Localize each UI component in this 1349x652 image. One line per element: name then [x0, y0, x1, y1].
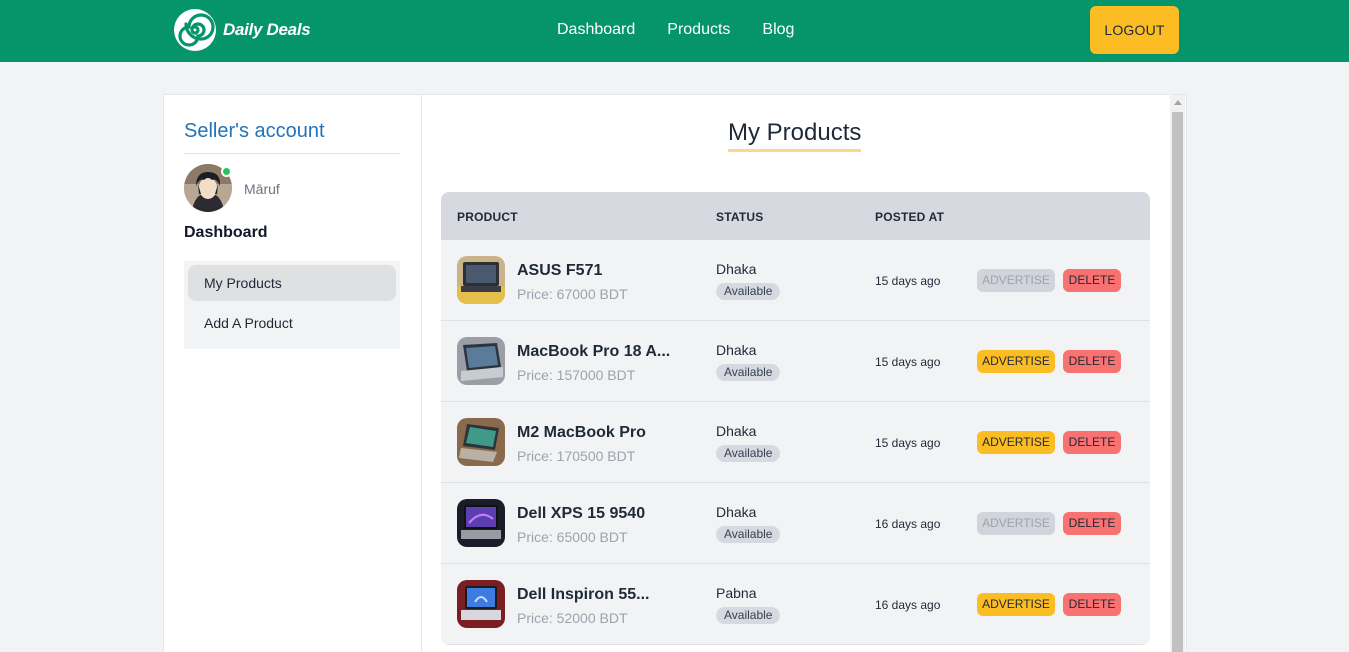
product-location: Dhaka [716, 342, 757, 358]
product-location: Pabna [716, 585, 757, 601]
posted-at: 16 days ago [875, 598, 941, 612]
delete-button[interactable]: DELETE [1063, 593, 1121, 616]
brand-name: Daily Deals [223, 20, 311, 39]
status-badge: Available [716, 526, 781, 543]
page-title: My Products [728, 119, 862, 152]
column-header-product: PRODUCT [457, 210, 518, 224]
product-name: M2 MacBook Pro [517, 424, 646, 441]
advertise-button: ADVERTISE [977, 269, 1055, 292]
dashboard-heading: Dashboard [184, 224, 268, 241]
column-header-status: STATUS [716, 210, 764, 224]
status-badge: Available [716, 445, 781, 462]
advertise-button[interactable]: ADVERTISE [977, 431, 1055, 454]
product-location: Dhaka [716, 423, 757, 439]
laptop-photo-icon [457, 256, 505, 304]
posted-at: 15 days ago [875, 274, 941, 288]
table-row: ASUS F571 Price: 67000 BDT Dhaka Availab… [441, 240, 1150, 321]
product-price: Price: 170500 BDT [517, 448, 636, 464]
table-header: PRODUCT STATUS POSTED AT [441, 192, 1150, 240]
table-row: MacBook Pro 18 A... Price: 157000 BDT Dh… [441, 321, 1150, 402]
laptop-photo-icon [457, 580, 505, 628]
username: Māruf [244, 181, 280, 197]
product-location: Dhaka [716, 504, 757, 520]
table-row: Dell XPS 15 9540 Price: 65000 BDT Dhaka … [441, 483, 1150, 564]
laptop-photo-icon [457, 337, 505, 385]
advertise-button[interactable]: ADVERTISE [977, 593, 1055, 616]
product-thumbnail [457, 499, 505, 547]
product-name: MacBook Pro 18 A... [517, 343, 671, 360]
scrollbar-thumb[interactable] [1172, 112, 1183, 652]
laptop-photo-icon [457, 499, 505, 547]
table-row: Dell Inspiron 55... Price: 52000 BDT Pab… [441, 564, 1150, 645]
laptop-photo-icon [457, 418, 505, 466]
delete-button[interactable]: DELETE [1063, 512, 1121, 535]
posted-at: 16 days ago [875, 517, 941, 531]
delete-button[interactable]: DELETE [1063, 431, 1121, 454]
product-name: Dell Inspiron 55... [517, 586, 650, 603]
advertise-button[interactable]: ADVERTISE [977, 350, 1055, 373]
scroll-up-arrow-icon[interactable] [1174, 100, 1182, 105]
nav-links: Dashboard Products Blog [557, 21, 826, 39]
online-status-dot [221, 166, 232, 177]
vertical-scrollbar[interactable] [1170, 95, 1185, 652]
product-name: Dell XPS 15 9540 [517, 505, 646, 522]
status-badge: Available [716, 364, 781, 381]
product-thumbnail [457, 580, 505, 628]
top-navbar: Daily Deals Dashboard Products Blog LOGO… [0, 0, 1349, 62]
spiral-logo-icon [174, 9, 216, 51]
sidebar-item-add-product[interactable]: Add A Product [188, 305, 396, 341]
logout-button[interactable]: LOGOUT [1090, 6, 1179, 54]
product-location: Dhaka [716, 261, 757, 277]
table-row: M2 MacBook Pro Price: 170500 BDT Dhaka A… [441, 402, 1150, 483]
product-price: Price: 157000 BDT [517, 367, 636, 383]
column-header-posted-at: POSTED AT [875, 210, 945, 224]
product-price: Price: 65000 BDT [517, 529, 628, 545]
dashboard-panel: Seller's account Māruf Dashboard My Prod… [163, 94, 1187, 652]
sidebar-item-my-products[interactable]: My Products [188, 265, 396, 301]
product-thumbnail [457, 418, 505, 466]
product-name: ASUS F571 [517, 262, 603, 279]
posted-at: 15 days ago [875, 355, 941, 369]
product-thumbnail [457, 337, 505, 385]
advertise-button: ADVERTISE [977, 512, 1055, 535]
nav-link-dashboard[interactable]: Dashboard [557, 21, 635, 39]
nav-link-products[interactable]: Products [667, 21, 730, 39]
sidebar-menu: My Products Add A Product [184, 261, 400, 349]
sidebar-title: Seller's account [184, 120, 400, 154]
main-content: My Products PRODUCT STATUS POSTED AT ASU… [422, 95, 1170, 652]
avatar-wrap [184, 164, 232, 212]
product-price: Price: 52000 BDT [517, 610, 628, 626]
brand[interactable]: Daily Deals [173, 8, 311, 52]
products-table: PRODUCT STATUS POSTED AT ASUS F571 Price… [441, 192, 1150, 645]
status-badge: Available [716, 607, 781, 624]
posted-at: 15 days ago [875, 436, 941, 450]
product-price: Price: 67000 BDT [517, 286, 628, 302]
delete-button[interactable]: DELETE [1063, 350, 1121, 373]
sidebar: Seller's account Māruf Dashboard My Prod… [164, 95, 422, 652]
status-badge: Available [716, 283, 781, 300]
nav-link-blog[interactable]: Blog [762, 21, 794, 39]
product-thumbnail [457, 256, 505, 304]
delete-button[interactable]: DELETE [1063, 269, 1121, 292]
